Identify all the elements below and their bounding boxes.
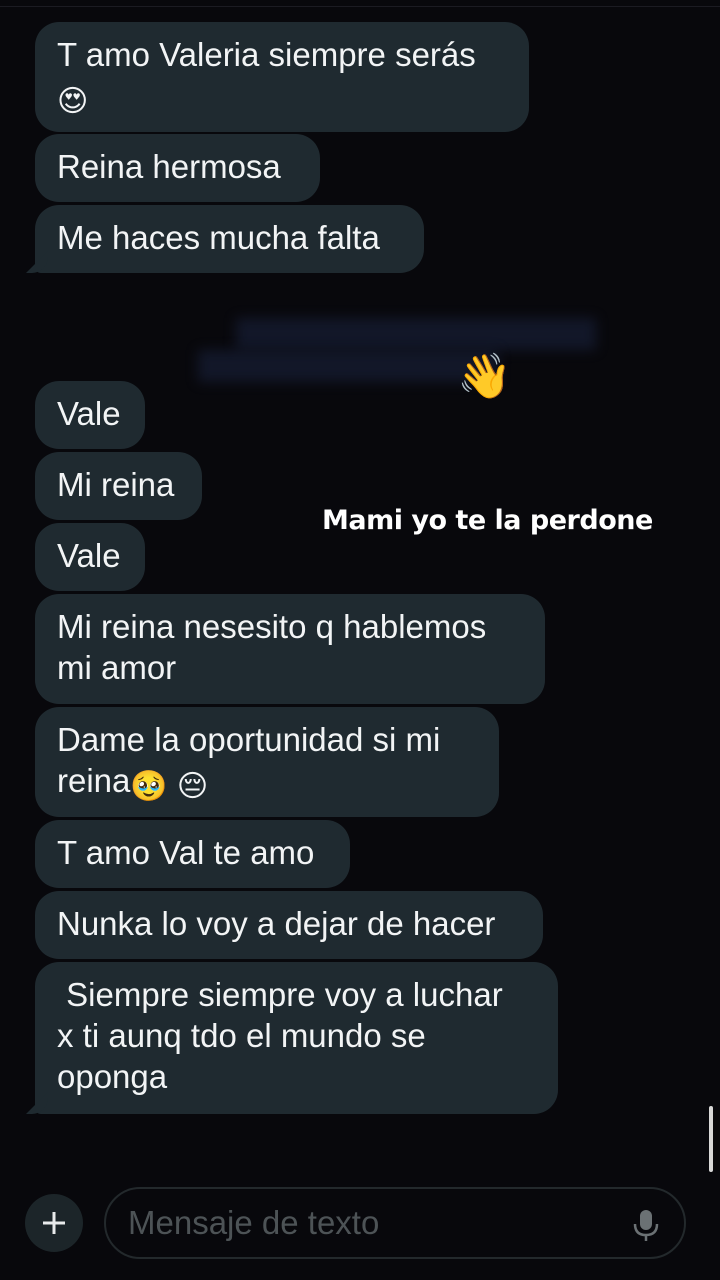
message-text: Mi reina — [57, 466, 175, 503]
scrollbar-thumb[interactable] — [709, 1106, 713, 1172]
bubble-tail — [26, 251, 48, 273]
message-bubble[interactable]: Vale — [35, 381, 145, 449]
microphone-icon[interactable] — [632, 1209, 660, 1243]
message-input-placeholder: Mensaje de texto — [128, 1204, 380, 1241]
message-text: Mi reina nesesito q hablemos — [57, 608, 487, 645]
conversation-screen: T amo Valeria siempre serás 😍 Reina herm… — [0, 0, 720, 1280]
message-input[interactable]: Mensaje de texto — [104, 1187, 686, 1259]
message-bubble[interactable]: Mi reina — [35, 452, 202, 520]
message-bubble[interactable]: Dame la oportunidad si mi reina🥹 😔 — [35, 707, 499, 817]
message-bubble[interactable]: Siempre siempre voy a luchar x ti aunq t… — [26, 962, 558, 1114]
plus-icon — [43, 1212, 65, 1234]
bubble-tail — [26, 1092, 48, 1114]
message-text: x ti aunq tdo el mundo se — [57, 1017, 426, 1054]
message-text: Siempre siempre voy a luchar — [57, 976, 503, 1013]
message-bubble[interactable]: T amo Valeria siempre serás 😍 — [35, 22, 529, 132]
pleading-face-emoji-icon: 🥹 — [130, 770, 168, 803]
pensive-face-emoji-icon: 😔 — [176, 770, 209, 803]
redacted-text-blur — [236, 318, 596, 350]
message-bubble[interactable]: T amo Val te amo — [35, 820, 350, 888]
message-bubble[interactable]: Me haces mucha falta — [26, 205, 424, 273]
message-bubble[interactable]: Vale — [35, 523, 145, 591]
message-text: mi amor — [57, 649, 177, 686]
message-text: Vale — [57, 395, 121, 432]
top-divider — [0, 6, 720, 7]
message-text: Reina hermosa — [57, 148, 281, 185]
overlay-caption: Mami yo te la perdone — [322, 505, 653, 536]
waving-hand-emoji-icon: 👋 — [457, 352, 512, 401]
message-bubble[interactable]: Reina hermosa — [35, 134, 320, 202]
message-text: reina — [57, 762, 131, 799]
message-text: Me haces mucha falta — [57, 219, 380, 256]
add-attachment-button[interactable] — [25, 1194, 83, 1252]
message-text: Dame la oportunidad si mi — [57, 721, 441, 758]
message-text: Vale — [57, 537, 121, 574]
message-text: T amo Val te amo — [57, 834, 315, 871]
message-text: Nunka lo voy a dejar de hacer — [57, 905, 496, 942]
heart-eyes-emoji-icon: 😍 — [57, 85, 89, 118]
message-text: T amo Valeria siempre serás — [57, 36, 476, 73]
message-bubble[interactable]: Mi reina nesesito q hablemos mi amor — [35, 594, 545, 704]
message-bubble[interactable]: Nunka lo voy a dejar de hacer — [35, 891, 543, 959]
message-text: oponga — [57, 1058, 168, 1095]
redacted-text-blur — [198, 350, 498, 382]
